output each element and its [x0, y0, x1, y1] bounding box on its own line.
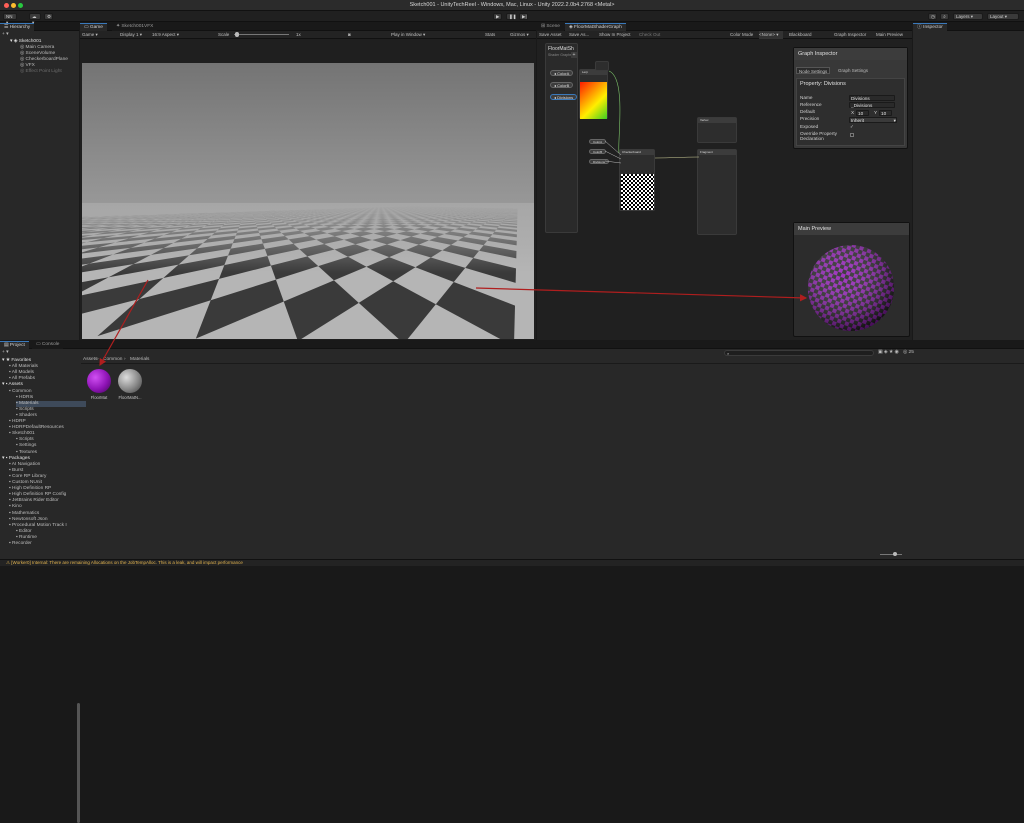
- tab-node-settings[interactable]: Node Settings: [796, 67, 830, 74]
- scale-label: Scale: [218, 31, 229, 39]
- tree-item[interactable]: ▪ Editor: [16, 529, 32, 535]
- aspect-dropdown[interactable]: 16:9 Aspect ▾: [152, 31, 179, 39]
- reference-field[interactable]: _Divisions: [849, 102, 895, 108]
- play-button[interactable]: ▶: [493, 13, 502, 20]
- property-header: Property: Divisions: [800, 81, 846, 87]
- graph-inspector: Graph Inspector Node Settings Graph Sett…: [793, 47, 908, 149]
- scale-value: 1x: [296, 31, 301, 39]
- title-bar: Sketch001 - UnityTechReel - Windows, Mac…: [0, 0, 1024, 11]
- tree-item[interactable]: ▪ Core RP Library: [9, 474, 46, 480]
- graph-inspector-title: Graph Inspector: [794, 48, 907, 60]
- tab-inspector[interactable]: ⓘ Inspector: [913, 23, 947, 31]
- play-in-window-dropdown[interactable]: Play in Window ▾: [391, 31, 425, 39]
- filter-icons[interactable]: ▣ ◈ ★ ◉: [878, 350, 899, 356]
- asset-floormat-n[interactable]: FloorMatN...: [117, 369, 143, 400]
- breadcrumb-item[interactable]: Common: [103, 357, 122, 363]
- search-icon: ⌕: [725, 351, 729, 356]
- hidden-count[interactable]: ◎ 25: [903, 350, 914, 356]
- tab-hierarchy[interactable]: ☰ Hierarchy: [0, 23, 34, 31]
- hierarchy-add-button[interactable]: + ▾: [2, 32, 9, 38]
- project-tree: ▾ ★ Favorites▪ All Materials▪ All Models…: [0, 357, 80, 557]
- tree-item[interactable]: ▪ Textures: [16, 450, 37, 456]
- tree-item[interactable]: ▪ Kino: [9, 504, 22, 510]
- account-button[interactable]: NN ▾: [3, 13, 17, 20]
- tree-item[interactable]: ▪ HDRIs: [16, 395, 33, 401]
- collab-icon[interactable]: ⚙: [44, 13, 53, 20]
- tree-item[interactable]: ▪ Materials: [16, 401, 86, 407]
- cloud-icon[interactable]: ☁▾: [29, 13, 41, 20]
- layout-dropdown[interactable]: Layout ▾: [987, 13, 1019, 20]
- material-grey-icon: [118, 369, 142, 393]
- star-icon: ▾ ★: [2, 358, 11, 363]
- exposed-label: Exposed: [800, 124, 818, 130]
- tree-item[interactable]: ▪ Procedural Motion Track I: [9, 523, 67, 529]
- main-preview-title: Main Preview: [794, 223, 909, 235]
- tab-game[interactable]: ▭ Game: [80, 23, 107, 31]
- tree-item[interactable]: ▪ Mathematics: [9, 511, 39, 517]
- hierarchy-panel: ☰ Hierarchy + ▾ ▾ ◈ Sketch001 ◎ Main Cam…: [0, 23, 79, 340]
- tree-item[interactable]: ▪ Recorder: [9, 541, 32, 547]
- gizmos-dropdown[interactable]: Gizmos ▾: [510, 31, 529, 39]
- default-label: Default: [800, 109, 815, 115]
- preview-sphere[interactable]: [806, 243, 896, 333]
- display-dropdown[interactable]: Display 1 ▾: [120, 31, 142, 39]
- tab-sketch-vfx[interactable]: ✦ Sketch001VFX: [112, 23, 157, 31]
- tree-item[interactable]: ▪ Runtime: [16, 535, 37, 541]
- tab-project[interactable]: ▤ Project: [0, 341, 29, 349]
- folder-icon: ▾ ▪: [2, 456, 9, 461]
- breadcrumb-item[interactable]: Materials: [130, 357, 149, 363]
- override-checkbox[interactable]: [850, 133, 854, 137]
- tree-item[interactable]: ▪ Scripts: [16, 407, 34, 413]
- game-mode-dropdown[interactable]: Game ▾: [82, 31, 98, 39]
- stats-toggle[interactable]: Stats: [485, 31, 495, 39]
- step-button[interactable]: ▶|: [519, 13, 528, 20]
- exposed-checkbox[interactable]: ✓: [850, 124, 854, 130]
- icon-size-slider-handle[interactable]: [893, 552, 897, 556]
- material-purple-icon: [87, 369, 111, 393]
- tree-item[interactable]: ▪ AI Navigation: [9, 462, 40, 468]
- game-viewport[interactable]: [82, 63, 534, 339]
- name-label: Name: [800, 95, 813, 101]
- name-field[interactable]: Divisions: [849, 95, 895, 101]
- breadcrumb-item[interactable]: Assets: [83, 357, 97, 363]
- window-title: Sketch001 - UnityTechReel - Windows, Mac…: [0, 2, 1024, 8]
- project-search-input[interactable]: ⌕: [724, 350, 874, 356]
- breadcrumb: Assets › Common › Materials: [81, 357, 1024, 364]
- main-preview: Main Preview: [793, 222, 910, 337]
- override-label: Override Property Declaration: [800, 131, 846, 141]
- pause-button[interactable]: ❚❚: [506, 13, 515, 20]
- history-icon[interactable]: ◷: [928, 13, 937, 20]
- tree-item[interactable]: ▪ Settings: [16, 443, 36, 449]
- game-toolbar: Game ▾ Display 1 ▾ 16:9 Aspect ▾ Scale 1…: [80, 31, 536, 39]
- project-tree-scrollbar[interactable]: [77, 703, 80, 823]
- property-block: Property: Divisions Name Divisions Refer…: [796, 78, 905, 146]
- scale-slider[interactable]: [234, 34, 289, 35]
- icon-size-slider[interactable]: [880, 554, 902, 555]
- tree-item[interactable]: ▪ Newtonsoft Json: [9, 517, 48, 523]
- hierarchy-item-disabled[interactable]: ◎ Effect Point Light: [20, 69, 62, 75]
- search-icon[interactable]: ⌕: [940, 13, 949, 20]
- asset-floormat[interactable]: FloorMat: [86, 369, 112, 400]
- precision-dropdown[interactable]: Inherit▾: [849, 117, 897, 123]
- game-panel: ▭ Game ✦ Sketch001VFX Game ▾ Display 1 ▾…: [80, 23, 536, 340]
- tree-item[interactable]: ▪ Burst: [9, 468, 23, 474]
- tab-graph-settings[interactable]: Graph Settings: [836, 67, 870, 74]
- tree-item[interactable]: ▪ Shaders: [16, 413, 37, 419]
- mute-icon[interactable]: ◙: [348, 31, 351, 39]
- default-y-field[interactable]: 10: [879, 110, 892, 116]
- precision-label: Precision: [800, 116, 819, 122]
- layers-dropdown[interactable]: Layers ▾: [953, 13, 983, 20]
- project-panel: ▤ Project ▭ Console + ▾ ⌕ ▣ ◈ ★ ◉ ◎ 25 ▾…: [0, 341, 1024, 559]
- inspector-panel: ⓘ Inspector: [913, 23, 1024, 340]
- default-x-field[interactable]: 10: [856, 110, 869, 116]
- tree-item[interactable]: ▪ Common: [9, 389, 32, 395]
- tree-section[interactable]: ▾ ▪ Packages: [2, 456, 30, 462]
- scale-slider-handle[interactable]: [235, 32, 239, 37]
- reference-label: Reference: [800, 102, 822, 108]
- project-add-button[interactable]: + ▾: [2, 350, 9, 356]
- main-toolbar: NN ▾ ☁▾ ⚙ ▶ ❚❚ ▶| ◷ ⌕ Layers ▾ Layout ▾: [0, 11, 1024, 22]
- tab-console[interactable]: ▭ Console: [32, 341, 63, 349]
- status-bar[interactable]: ⚠ [Worker0] Internal: There are remainin…: [0, 559, 1024, 566]
- tree-section[interactable]: ▾ ▪ Assets: [2, 382, 23, 388]
